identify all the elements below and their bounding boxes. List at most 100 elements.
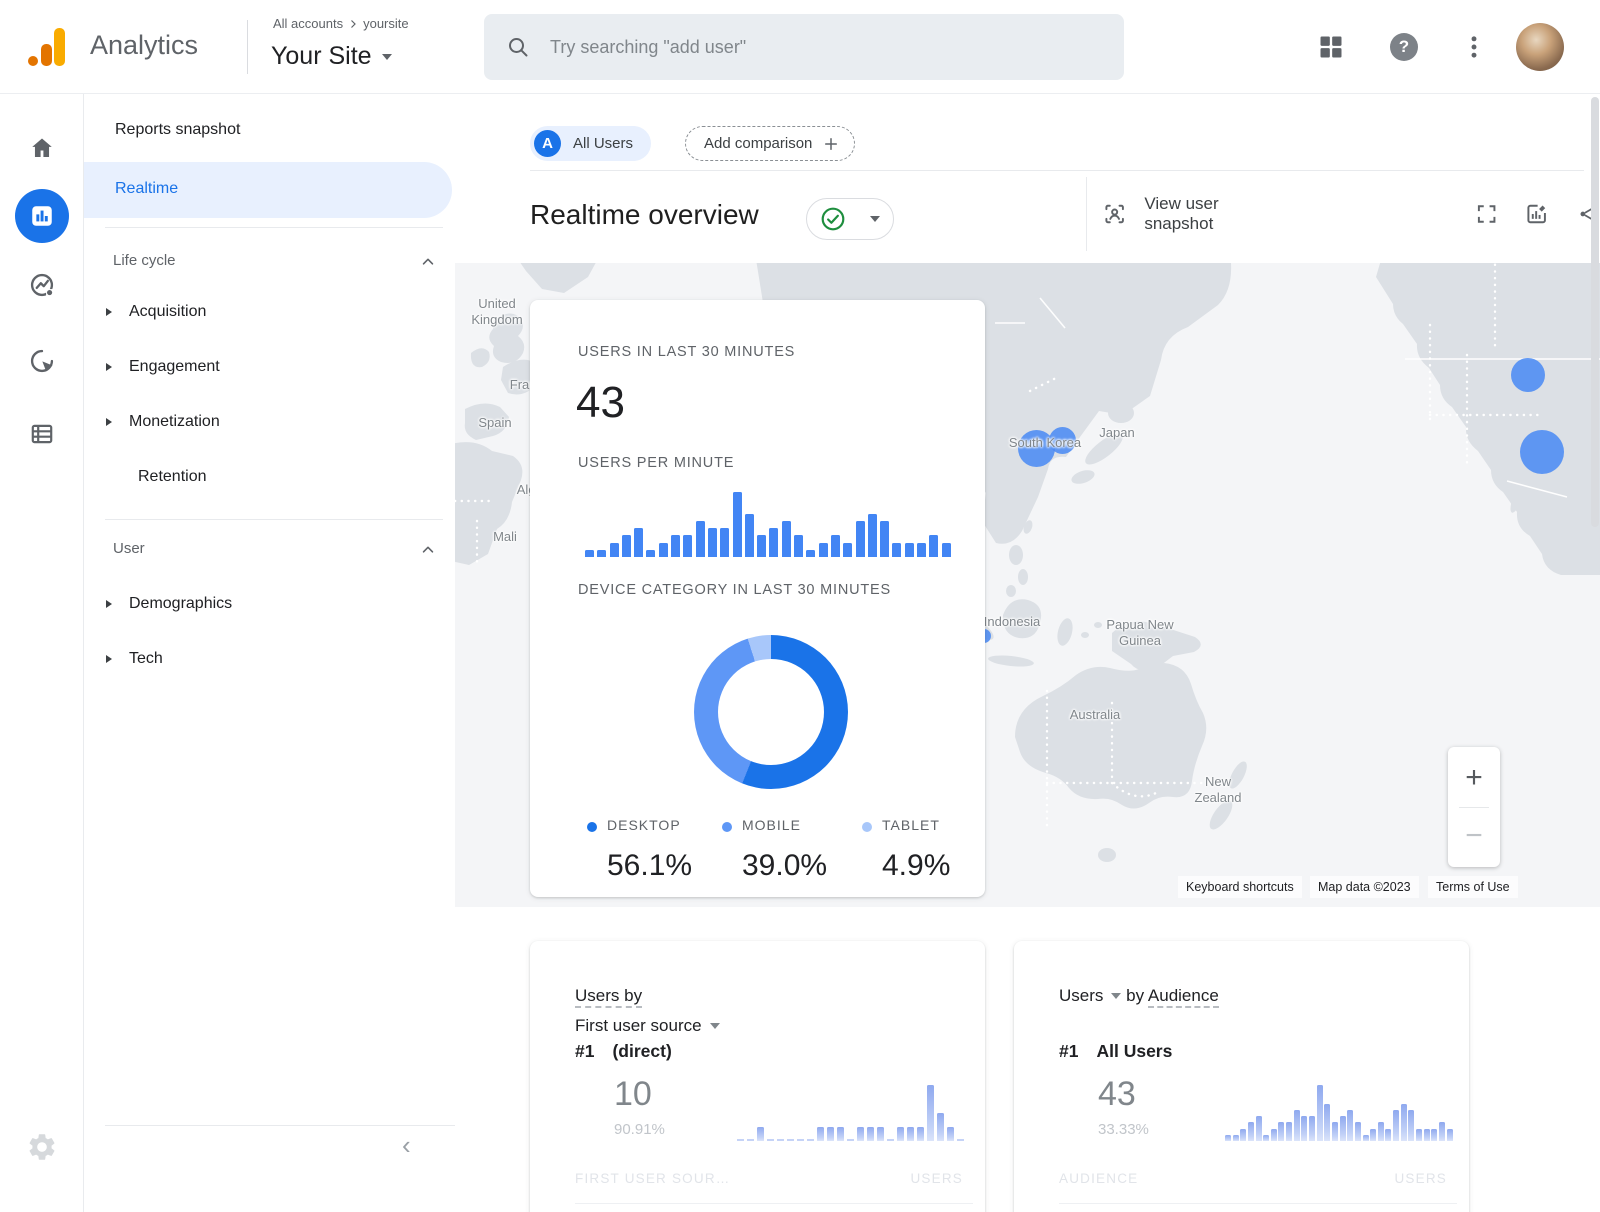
rail-library[interactable] bbox=[0, 406, 84, 462]
search-bar[interactable] bbox=[484, 14, 1124, 80]
nav-item-engagement[interactable]: Engagement bbox=[106, 358, 220, 376]
zoom-out-button[interactable]: − bbox=[1448, 811, 1500, 861]
breadcrumb[interactable]: All accounts yoursite bbox=[273, 16, 409, 31]
chart-bar bbox=[757, 1127, 764, 1141]
nav-section-user[interactable]: User bbox=[113, 540, 145, 557]
chart-bar bbox=[585, 550, 594, 557]
dimension-selector[interactable]: First user source bbox=[575, 1016, 720, 1035]
report-nav: Reports snapshot Realtime Life cycle Acq… bbox=[84, 94, 455, 1212]
map-country-label: New Zealand bbox=[1195, 774, 1242, 807]
chart-bar bbox=[622, 535, 631, 557]
map-country-label: Indonesia bbox=[984, 614, 1040, 630]
dimension-selector[interactable]: Audience bbox=[1148, 986, 1219, 1008]
nav-item-tech[interactable]: Tech bbox=[106, 650, 163, 668]
device-category-donut bbox=[694, 635, 848, 789]
chart-bar bbox=[1301, 1116, 1307, 1141]
expand-arrow-icon[interactable] bbox=[106, 600, 112, 608]
rail-advertising[interactable] bbox=[0, 333, 84, 389]
product-name: Analytics bbox=[90, 30, 198, 61]
all-users-chip[interactable]: A All Users bbox=[530, 126, 651, 161]
top-row: #1(direct) bbox=[575, 1041, 672, 1062]
view-user-snapshot-button[interactable]: View user snapshot bbox=[1144, 194, 1277, 234]
nav-item-monetization[interactable]: Monetization bbox=[106, 413, 220, 431]
chart-zero-dash bbox=[847, 1139, 854, 1141]
plus-icon bbox=[822, 135, 840, 153]
nav-section-life-cycle[interactable]: Life cycle bbox=[113, 252, 176, 269]
nav-item-retention[interactable]: Retention bbox=[138, 468, 207, 486]
collapse-nav-icon[interactable]: ‹ bbox=[402, 1130, 411, 1161]
chart-zero-dash bbox=[737, 1139, 744, 1141]
chart-zero-dash bbox=[887, 1139, 894, 1141]
chart-bar bbox=[1401, 1104, 1407, 1141]
nav-realtime-active[interactable]: Realtime bbox=[84, 162, 452, 218]
app-header: Analytics All accounts yoursite Your Sit… bbox=[0, 0, 1600, 94]
breadcrumb-property[interactable]: yoursite bbox=[363, 16, 409, 31]
expand-arrow-icon[interactable] bbox=[106, 308, 112, 316]
chart-bar bbox=[1240, 1129, 1246, 1141]
zoom-in-button[interactable]: + bbox=[1448, 753, 1500, 803]
legend-tablet: TABLET 4.9% bbox=[862, 817, 950, 883]
nav-divider bbox=[105, 1125, 455, 1126]
expand-arrow-icon[interactable] bbox=[106, 363, 112, 371]
chart-bar bbox=[806, 550, 815, 557]
breadcrumb-account[interactable]: All accounts bbox=[273, 16, 343, 31]
apps-grid-icon[interactable] bbox=[1317, 33, 1345, 61]
map-country-label: United Kingdom bbox=[471, 296, 522, 329]
realtime-overview-card: USERS IN LAST 30 MINUTES 43 USERS PER MI… bbox=[530, 300, 985, 897]
chart-bar bbox=[683, 535, 692, 557]
chart-bar bbox=[1431, 1129, 1437, 1141]
chart-bar bbox=[659, 543, 668, 557]
property-name: Your Site bbox=[271, 42, 372, 71]
mobile-legend-dot bbox=[722, 822, 732, 832]
help-icon[interactable]: ? bbox=[1390, 33, 1418, 61]
fullscreen-icon[interactable] bbox=[1475, 201, 1498, 227]
data-quality-pill[interactable] bbox=[806, 198, 894, 240]
expand-arrow-icon[interactable] bbox=[106, 418, 112, 426]
user-snapshot-icon[interactable] bbox=[1103, 201, 1126, 227]
rail-reports-active[interactable] bbox=[0, 188, 84, 244]
chart-bar bbox=[1447, 1129, 1453, 1141]
chart-bar bbox=[671, 535, 680, 557]
nav-item-demographics[interactable]: Demographics bbox=[106, 595, 232, 613]
property-selector[interactable]: Your Site bbox=[271, 42, 392, 71]
rail-explore[interactable] bbox=[0, 257, 84, 313]
metric-selector[interactable]: Users by bbox=[575, 986, 642, 1008]
analytics-logo-icon[interactable] bbox=[28, 28, 68, 66]
chart-bar bbox=[745, 514, 754, 557]
expand-arrow-icon[interactable] bbox=[106, 655, 112, 663]
edit-chart-icon[interactable] bbox=[1525, 201, 1548, 227]
add-comparison-button[interactable]: Add comparison bbox=[685, 126, 855, 161]
chart-bar bbox=[817, 1127, 824, 1141]
home-icon bbox=[29, 135, 55, 161]
map-data-attribution: Map data ©2023 bbox=[1310, 876, 1419, 898]
nav-reports-snapshot[interactable]: Reports snapshot bbox=[115, 121, 240, 139]
chart-zero-dash bbox=[767, 1139, 774, 1141]
chart-bar bbox=[937, 1113, 944, 1141]
row-divider bbox=[530, 170, 1584, 171]
search-input[interactable] bbox=[548, 36, 1102, 59]
nav-item-acquisition[interactable]: Acquisition bbox=[106, 303, 206, 321]
page-scrollbar[interactable] bbox=[1591, 97, 1599, 527]
user-avatar[interactable] bbox=[1516, 23, 1564, 71]
terms-of-use-link[interactable]: Terms of Use bbox=[1428, 876, 1518, 898]
chart-zero-dash bbox=[777, 1139, 784, 1141]
add-comparison-label: Add comparison bbox=[704, 135, 812, 152]
active-user-marker bbox=[1520, 430, 1564, 474]
rail-admin[interactable] bbox=[0, 1119, 84, 1175]
keyboard-shortcuts-link[interactable]: Keyboard shortcuts bbox=[1178, 876, 1302, 898]
more-vert-icon[interactable] bbox=[1460, 33, 1488, 61]
chart-bar bbox=[1324, 1104, 1330, 1141]
metric-selector[interactable]: Users bbox=[1059, 986, 1121, 1005]
chart-bar bbox=[696, 521, 705, 557]
chart-bar bbox=[917, 1127, 924, 1141]
chart-bar bbox=[782, 521, 791, 557]
rail-home[interactable] bbox=[0, 120, 84, 176]
chart-bar bbox=[1439, 1122, 1445, 1141]
map-zoom-control: + − bbox=[1448, 747, 1500, 867]
chevron-down-icon bbox=[382, 54, 392, 60]
map-country-label: Mali bbox=[493, 529, 517, 545]
chevron-up-icon[interactable] bbox=[420, 254, 436, 270]
chevron-up-icon[interactable] bbox=[420, 542, 436, 558]
chart-bar bbox=[1309, 1116, 1315, 1141]
legend-mobile: MOBILE 39.0% bbox=[722, 817, 827, 883]
